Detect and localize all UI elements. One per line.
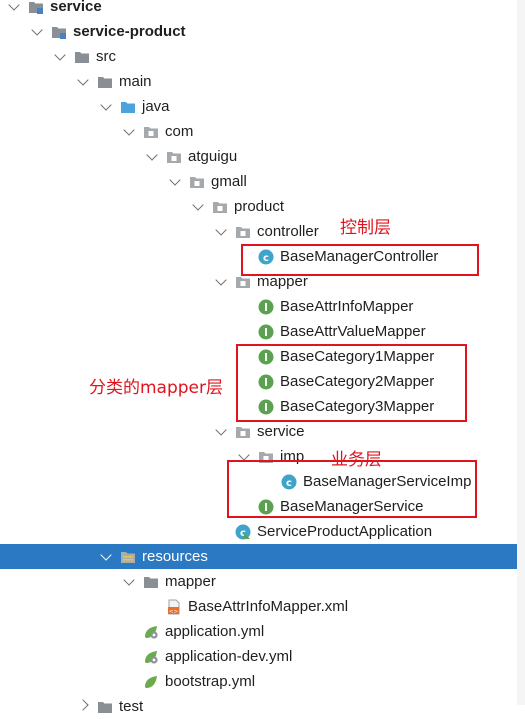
tree-item[interactable]: application.yml [0,619,525,644]
tree-item[interactable]: java [0,94,525,119]
tree-item[interactable]: c ServiceProductApplication [0,519,525,544]
tree-item-label: service [257,423,305,440]
chevron-down-icon[interactable] [192,199,204,211]
chevron-down-icon[interactable] [100,99,112,111]
chevron-down-icon[interactable] [31,24,43,36]
chevron-down-icon[interactable] [100,549,112,561]
tree-item[interactable]: service [0,419,525,444]
chevron-down-icon[interactable] [215,274,227,286]
interface-icon [258,323,274,340]
module-folder-icon [51,23,67,39]
tree-item[interactable]: service-product [0,19,525,44]
tree-item-label: atguigu [188,148,238,165]
tree-item[interactable]: test [0,694,525,719]
tree-item-label: mapper [165,573,216,590]
chevron-down-icon[interactable] [123,574,135,586]
chevron-down-icon[interactable] [215,424,227,436]
tree-item[interactable]: resources [0,544,525,569]
controller-layer-annotation: 控制层 [340,218,391,238]
tree-item-label: ServiceProductApplication [257,523,433,540]
tree-item-label: com [165,123,194,140]
tree-item-label: java [142,98,170,115]
tree-item[interactable]: <> BaseAttrInfoMapper.xml [0,594,525,619]
spring-boot-class-icon: c [235,523,251,540]
chevron-down-icon[interactable] [215,224,227,236]
chevron-down-icon[interactable] [238,449,250,461]
chevron-down-icon[interactable] [123,124,135,136]
package-icon [212,198,228,214]
category-mapper-highlight-box [236,344,467,422]
source-folder-icon [120,98,136,114]
resources-folder-icon [120,548,136,564]
tree-item[interactable]: src [0,44,525,69]
vertical-scrollbar[interactable] [517,0,525,705]
chevron-down-icon[interactable] [169,174,181,186]
tree-item[interactable]: main [0,69,525,94]
tree-item-label: gmall [211,173,247,190]
tree-item[interactable]: atguigu [0,144,525,169]
tree-item-label: BaseAttrValueMapper [280,323,426,340]
tree-item-label: main [119,73,152,90]
folder-icon [143,573,159,589]
package-icon [235,423,251,439]
package-icon [235,223,251,239]
tree-item-label: resources [142,548,208,565]
tree-item-label: service [50,0,102,15]
folder-icon [97,698,113,714]
tree-item[interactable]: BaseAttrValueMapper [0,319,525,344]
controller-highlight-box [241,244,479,276]
category-mapper-annotation: 分类的mapper层 [89,378,224,398]
tree-item[interactable]: bootstrap.yml [0,669,525,694]
interface-icon [258,298,274,315]
tree-item-label: application-dev.yml [165,648,293,665]
package-icon [166,148,182,164]
tree-item[interactable]: com [0,119,525,144]
folder-icon [97,73,113,89]
tree-item-label: BaseAttrInfoMapper.xml [188,598,349,615]
tree-item-label: controller [257,223,319,240]
yaml-leaf-icon [143,673,159,689]
tree-item[interactable]: application-dev.yml [0,644,525,669]
svg-text:<>: <> [169,609,179,615]
tree-item[interactable]: BaseAttrInfoMapper [0,294,525,319]
tree-item[interactable]: service [0,0,525,19]
tree-item-label: service-product [73,23,186,40]
tree-item-label: product [234,198,285,215]
chevron-right-icon[interactable] [77,699,89,711]
tree-item-label: test [119,698,144,715]
chevron-down-icon[interactable] [8,0,20,11]
yaml-config-icon [143,623,159,639]
tree-item[interactable]: gmall [0,169,525,194]
module-folder-icon [28,0,44,14]
chevron-down-icon[interactable] [146,149,158,161]
xml-file-icon: <> [166,598,182,615]
tree-item-label: BaseAttrInfoMapper [280,298,414,315]
package-icon [143,123,159,139]
folder-icon [74,48,90,64]
tree-item-label: bootstrap.yml [165,673,256,690]
chevron-down-icon[interactable] [77,74,89,86]
tree-item[interactable]: mapper [0,569,525,594]
chevron-down-icon[interactable] [54,49,66,61]
yaml-config-icon [143,648,159,664]
tree-item[interactable]: product [0,194,525,219]
service-layer-annotation: 业务层 [331,450,382,470]
tree-item[interactable]: controller [0,219,525,244]
tree-item-label: src [96,48,116,65]
package-icon [189,173,205,189]
tree-item-label: application.yml [165,623,265,640]
